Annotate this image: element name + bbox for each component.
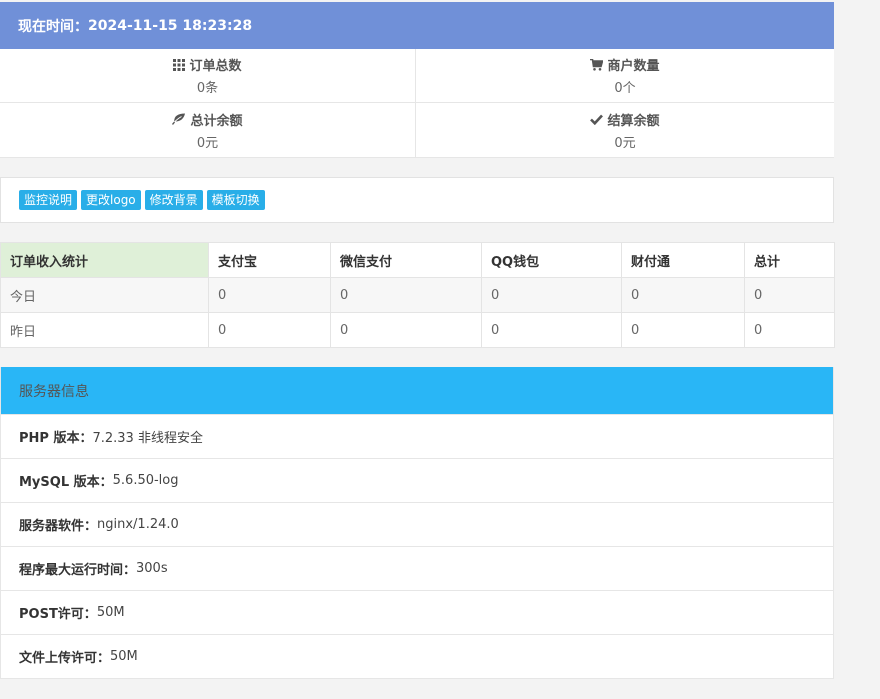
info-key: POST许可： [19,607,97,622]
column-header: 财付通 [621,242,745,278]
server-info-row-post: POST许可： 50M [1,590,833,634]
stat-value: 0条 [196,81,219,96]
table-cell: 0 [744,312,835,348]
info-value: 50M [110,649,138,664]
info-key: PHP 版本： [19,431,93,446]
stat-value: 0元 [196,135,219,151]
info-key: 服务器软件： [19,519,98,534]
table-cell: 0 [744,277,835,313]
leaf-icon [172,113,186,125]
server-info-row-software: 服务器软件： nginx/1.24.0 [1,502,833,546]
stat-order-total: 订单总数 0条 [0,49,416,103]
server-info-row-upload: 文件上传许可： 50M [1,634,833,678]
stat-label: 商户数量 [607,59,660,74]
table-cell: 0 [208,277,331,313]
server-info-row-max-time: 程序最大运行时间： 300s [1,546,833,590]
table-cell: 昨日 [0,312,209,348]
stat-settle-balance: 结算余额 0元 [416,103,834,157]
table-cell: 0 [481,277,622,313]
server-info-row-php: PHP 版本： 7.2.33 非线程安全 [1,414,833,458]
change-background-button[interactable]: 修改背景 [144,190,203,210]
stat-total-balance: 总计余额 0元 [0,103,416,157]
current-time-label: 现在时间： [18,18,88,35]
column-header: 总计 [744,242,835,278]
table-row: 昨日 0 0 0 0 0 [0,312,835,348]
action-button-bar: 监控说明 更改logo 修改背景 模板切换 [0,177,834,223]
server-info-row-mysql: MySQL 版本： 5.6.50-log [1,458,833,502]
table-cell: 0 [208,312,331,348]
check-icon [590,114,604,125]
column-header: QQ钱包 [481,242,622,278]
stat-merchant-count: 商户数量 0个 [416,49,834,103]
table-cell: 0 [330,312,482,348]
info-value: 300s [136,561,168,576]
switch-template-button[interactable]: 模板切换 [206,190,265,210]
dashboard: 现在时间： 2024-11-15 18:23:28 订单总数 0条 商户数量 0… [0,2,835,679]
grid-icon [173,58,186,71]
table-row: 今日 0 0 0 0 0 [0,277,835,313]
column-header: 微信支付 [330,242,482,278]
stats-grid: 订单总数 0条 商户数量 0个 总计余额 0元 结算余额 0元 [0,49,834,158]
table-cell: 0 [621,277,745,313]
table-header-row: 订单收入统计 支付宝 微信支付 QQ钱包 财付通 总计 [0,242,835,278]
change-logo-button[interactable]: 更改logo [81,190,141,210]
info-key: 文件上传许可： [19,651,111,666]
stat-label: 结算余额 [607,113,660,129]
table-cell: 0 [621,312,745,348]
stat-value: 0元 [614,135,636,151]
info-value: nginx/1.24.0 [97,517,179,532]
info-value: 50M [96,605,125,620]
table-cell: 0 [481,312,622,348]
cart-icon [590,58,604,71]
monitor-info-button[interactable]: 监控说明 [19,190,78,210]
info-key: 程序最大运行时间： [19,563,137,578]
stat-label: 总计余额 [190,113,243,129]
stat-value: 0个 [614,81,636,96]
info-value: 5.6.50-log [112,473,179,488]
server-info-panel: 服务器信息 PHP 版本： 7.2.33 非线程安全 MySQL 版本： 5.6… [0,367,834,679]
table-cell: 今日 [0,277,209,313]
table-cell: 0 [330,277,482,313]
server-info-title: 服务器信息 [1,367,833,414]
income-stats-table: 订单收入统计 支付宝 微信支付 QQ钱包 财付通 总计 今日 0 0 0 0 0… [0,242,835,348]
column-header: 订单收入统计 [0,242,209,278]
info-key: MySQL 版本： [19,475,113,490]
stat-label: 订单总数 [189,59,242,74]
current-time-bar: 现在时间： 2024-11-15 18:23:28 [0,2,834,49]
column-header: 支付宝 [208,242,331,278]
info-value: 7.2.33 非线程安全 [92,431,203,446]
current-time-value: 2024-11-15 18:23:28 [88,17,253,34]
